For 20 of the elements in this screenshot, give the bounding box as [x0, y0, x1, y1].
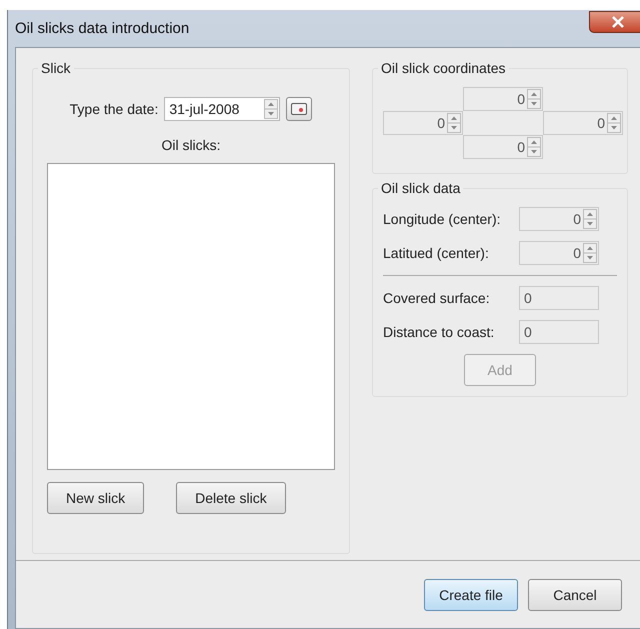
group-title: Oil slick data: [378, 180, 464, 196]
field-label: Longitude (center):: [383, 211, 502, 227]
slick-button[interactable]: New slick: [47, 482, 144, 514]
group-title: Oil slick coordinates: [378, 60, 508, 76]
date-label: Type the date:: [70, 101, 158, 117]
close-icon: [611, 16, 625, 28]
calendar-button[interactable]: [286, 97, 312, 121]
field-label: Distance to coast:: [383, 324, 496, 340]
field-label: Covered surface:: [383, 290, 491, 306]
spinner-arrows-icon[interactable]: [264, 99, 278, 119]
field-label: Latitued (center):: [383, 245, 490, 261]
dialog-button[interactable]: Create file: [424, 578, 518, 610]
window-title: Oil slicks data introduction: [15, 20, 190, 37]
group-title: Slick: [38, 60, 74, 76]
date-field[interactable]: 31-jul-2008: [164, 97, 280, 121]
calendar-icon: [291, 103, 308, 115]
dialog-button[interactable]: Cancel: [528, 578, 622, 610]
list-label: Oil slicks:: [160, 137, 222, 153]
close-button[interactable]: [589, 10, 640, 32]
slick-button[interactable]: Delete slick: [176, 482, 286, 514]
